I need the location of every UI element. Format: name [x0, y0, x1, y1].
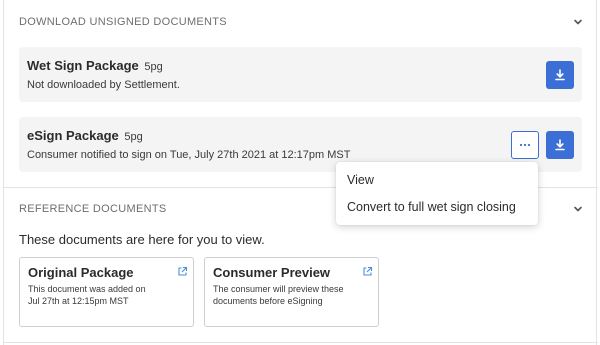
wet-sign-package-card: Wet Sign Package 5pg Not downloaded by S… [19, 47, 582, 102]
more-options-menu: View Convert to full wet sign closing [336, 162, 538, 225]
menu-item-view[interactable]: View [347, 173, 374, 187]
menu-item-convert-wet-sign[interactable]: Convert to full wet sign closing [347, 200, 516, 214]
more-options-button[interactable] [511, 131, 539, 159]
reference-doc-desc-line: documents before eSigning [213, 296, 323, 306]
original-package-card[interactable]: Original Package This document was added… [19, 257, 194, 327]
package-title: eSign Package 5pg [27, 128, 143, 143]
package-title: Wet Sign Package 5pg [27, 58, 163, 73]
package-title-text: Wet Sign Package [27, 58, 139, 73]
ellipsis-icon [519, 143, 531, 147]
package-status: Not downloaded by Settlement. [27, 79, 180, 91]
chevron-down-icon[interactable] [573, 17, 583, 27]
bottom-divider [4, 342, 598, 343]
consumer-preview-card[interactable]: Consumer Preview The consumer will previ… [204, 257, 379, 327]
download-button[interactable] [546, 131, 574, 159]
chevron-down-icon[interactable] [573, 204, 583, 214]
download-icon [555, 139, 565, 151]
download-icon [555, 69, 565, 81]
download-button[interactable] [546, 61, 574, 89]
reference-doc-title: Consumer Preview [213, 265, 331, 280]
external-link-icon[interactable] [362, 266, 373, 277]
package-status: Consumer notified to sign on Tue, July 2… [27, 149, 351, 161]
package-page-count: 5pg [144, 61, 163, 73]
reference-doc-desc-line: The consumer will preview these [213, 284, 344, 294]
package-title-text: eSign Package [27, 128, 119, 143]
reference-doc-desc-line: Jul 27th at 12:15pm MST [28, 296, 129, 306]
reference-doc-description: This document was added on Jul 27th at 1… [28, 283, 146, 307]
download-section-header: DOWNLOAD UNSIGNED DOCUMENTS [19, 16, 227, 28]
reference-intro-text: These documents are here for you to view… [19, 232, 265, 247]
reference-doc-description: The consumer will preview these document… [213, 283, 344, 307]
package-page-count: 5pg [124, 131, 143, 143]
reference-doc-desc-line: This document was added on [28, 284, 146, 294]
reference-section-header: REFERENCE DOCUMENTS [19, 203, 167, 215]
reference-doc-title: Original Package [28, 265, 134, 280]
external-link-icon[interactable] [177, 266, 188, 277]
